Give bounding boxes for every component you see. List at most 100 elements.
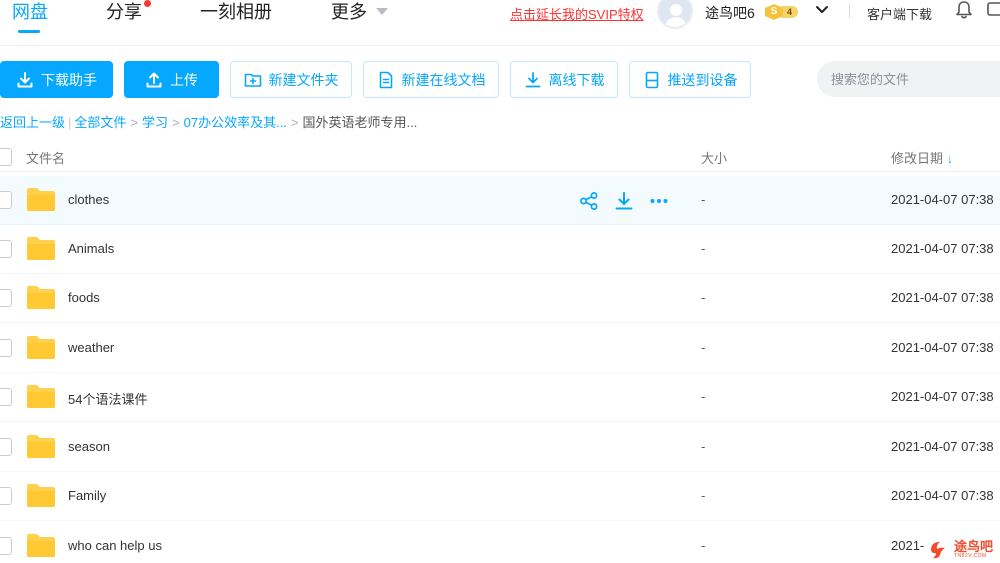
new-folder-label: 新建文件夹 bbox=[268, 71, 339, 88]
watermark-text-block: 途鸟吧 TN82V.COM bbox=[954, 540, 993, 559]
breadcrumb: 返回上一级 | 全部文件 > 学习 >07办公效率及其... > 国外英语老师专用... bbox=[0, 112, 417, 131]
push-to-device-label: 推送到设备 bbox=[667, 71, 738, 88]
chevron-down-icon[interactable] bbox=[814, 2, 830, 18]
folder-icon bbox=[27, 336, 55, 359]
back-link[interactable]: 返回上一级 bbox=[0, 115, 65, 130]
breadcrumb-item-office[interactable]: 07办公效率及其... bbox=[184, 115, 287, 130]
column-header-date[interactable]: 修改日期 ↓ bbox=[891, 148, 953, 167]
folder-icon bbox=[27, 188, 55, 211]
file-name[interactable]: Animals bbox=[68, 241, 114, 256]
bell-icon[interactable] bbox=[954, 0, 974, 20]
top-nav: 网盘 分享 一刻相册 更多 点击延长我的SVIP特权 途鸟吧6 S 4 客户端下… bbox=[0, 0, 1000, 46]
breadcrumb-item-all-files[interactable]: 全部文件 bbox=[74, 115, 126, 130]
notification-dot bbox=[144, 0, 151, 7]
table-row[interactable]: Family - 2021-04-07 07:38 bbox=[0, 472, 1000, 521]
row-checkbox[interactable] bbox=[0, 191, 12, 209]
table-row[interactable]: Animals - 2021-04-07 07:38 bbox=[0, 225, 1000, 274]
message-icon[interactable] bbox=[986, 0, 1000, 20]
file-date: 2021-04-07 07:38 bbox=[891, 389, 994, 404]
file-size: - bbox=[701, 439, 706, 454]
new-online-doc-button[interactable]: 新建在线文档 bbox=[363, 61, 499, 98]
row-checkbox[interactable] bbox=[0, 438, 12, 456]
document-icon bbox=[379, 71, 392, 88]
breadcrumb-current: 国外英语老师专用... bbox=[302, 115, 418, 130]
svip-badge: S 4 bbox=[765, 4, 799, 20]
watermark-logo: 途鸟吧 TN82V.COM bbox=[928, 536, 1000, 563]
tab-more[interactable]: 更多 bbox=[331, 0, 367, 24]
tab-netdisk[interactable]: 网盘 bbox=[12, 0, 48, 24]
folder-icon bbox=[27, 237, 55, 260]
file-name[interactable]: clothes bbox=[68, 192, 109, 207]
upload-button[interactable]: 上传 bbox=[124, 61, 219, 98]
file-size: - bbox=[701, 488, 706, 503]
file-name[interactable]: who can help us bbox=[68, 538, 162, 553]
new-online-doc-label: 新建在线文档 bbox=[401, 71, 486, 88]
active-tab-indicator bbox=[18, 30, 40, 33]
table-row[interactable]: weather - 2021-04-07 07:38 bbox=[0, 324, 1000, 373]
folder-icon bbox=[27, 435, 55, 458]
watermark-text: 途鸟吧 bbox=[954, 539, 994, 554]
file-date: 2021-04-07 07:38 bbox=[891, 290, 994, 305]
breadcrumb-separator: > bbox=[290, 115, 299, 130]
more-options-icon[interactable] bbox=[649, 191, 669, 211]
column-header-name[interactable]: 文件名 bbox=[26, 148, 65, 167]
nav-divider bbox=[849, 4, 850, 18]
avatar[interactable] bbox=[657, 0, 693, 29]
download-helper-label: 下载助手 bbox=[41, 71, 97, 88]
table-row[interactable]: who can help us - 2021- bbox=[0, 522, 1000, 563]
file-size: - bbox=[701, 290, 706, 305]
table-row[interactable]: season - 2021-04-07 07:38 bbox=[0, 423, 1000, 472]
search-input[interactable] bbox=[831, 61, 1000, 97]
username[interactable]: 途鸟吧6 bbox=[705, 3, 755, 23]
row-checkbox[interactable] bbox=[0, 339, 12, 357]
row-checkbox[interactable] bbox=[0, 487, 12, 505]
bird-logo-icon bbox=[931, 541, 945, 558]
offline-download-label: 离线下载 bbox=[548, 71, 605, 88]
share-icon[interactable] bbox=[579, 191, 599, 211]
file-date: 2021-04-07 07:38 bbox=[891, 340, 994, 355]
file-name[interactable]: weather bbox=[68, 340, 114, 355]
new-folder-button[interactable]: 新建文件夹 bbox=[230, 61, 352, 98]
row-checkbox[interactable] bbox=[0, 289, 12, 307]
more-caret-icon[interactable] bbox=[376, 8, 388, 15]
tab-share[interactable]: 分享 bbox=[106, 0, 142, 24]
breadcrumb-divider: | bbox=[68, 115, 72, 130]
file-size: - bbox=[701, 340, 706, 355]
search-box[interactable] bbox=[817, 61, 1000, 97]
offline-download-button[interactable]: 离线下载 bbox=[510, 61, 618, 98]
folder-icon bbox=[27, 534, 55, 557]
tab-album[interactable]: 一刻相册 bbox=[200, 0, 272, 24]
row-checkbox[interactable] bbox=[0, 240, 12, 258]
table-row[interactable]: clothes - 2021-04-07 07:38 bbox=[0, 176, 1000, 225]
download-icon bbox=[525, 71, 540, 87]
svip-level: 4 bbox=[781, 6, 799, 18]
breadcrumb-separator: > bbox=[172, 115, 180, 130]
download-icon[interactable] bbox=[614, 191, 634, 211]
table-row[interactable]: 54个语法课件 - 2021-04-07 07:38 bbox=[0, 373, 1000, 422]
file-size: - bbox=[701, 241, 706, 256]
file-date: 2021-04-07 07:38 bbox=[891, 488, 994, 503]
svip-extend-link[interactable]: 点击延长我的SVIP特权 bbox=[510, 4, 644, 23]
client-download-link[interactable]: 客户端下载 bbox=[867, 4, 932, 23]
column-header-date-label: 修改日期 bbox=[891, 151, 944, 166]
upload-icon bbox=[146, 72, 162, 87]
breadcrumb-item-study[interactable]: 学习 bbox=[142, 115, 168, 130]
file-name[interactable]: season bbox=[68, 439, 110, 454]
download-helper-button[interactable]: 下载助手 bbox=[0, 61, 113, 98]
folder-icon bbox=[27, 484, 55, 507]
breadcrumb-separator: > bbox=[130, 115, 139, 130]
file-name[interactable]: Family bbox=[68, 488, 106, 503]
push-to-device-button[interactable]: 推送到设备 bbox=[629, 61, 751, 98]
file-name[interactable]: 54个语法课件 bbox=[68, 389, 147, 408]
table-row[interactable]: foods - 2021-04-07 07:38 bbox=[0, 274, 1000, 323]
row-checkbox[interactable] bbox=[0, 388, 12, 406]
file-name[interactable]: foods bbox=[68, 290, 100, 305]
select-all-checkbox[interactable] bbox=[0, 148, 12, 166]
file-date: 2021-04-07 07:38 bbox=[891, 241, 994, 256]
new-folder-icon bbox=[244, 73, 261, 87]
folder-icon bbox=[27, 286, 55, 309]
folder-icon bbox=[27, 385, 55, 408]
column-header-size[interactable]: 大小 bbox=[701, 148, 727, 167]
avatar-body bbox=[665, 17, 687, 27]
row-checkbox[interactable] bbox=[0, 537, 12, 555]
